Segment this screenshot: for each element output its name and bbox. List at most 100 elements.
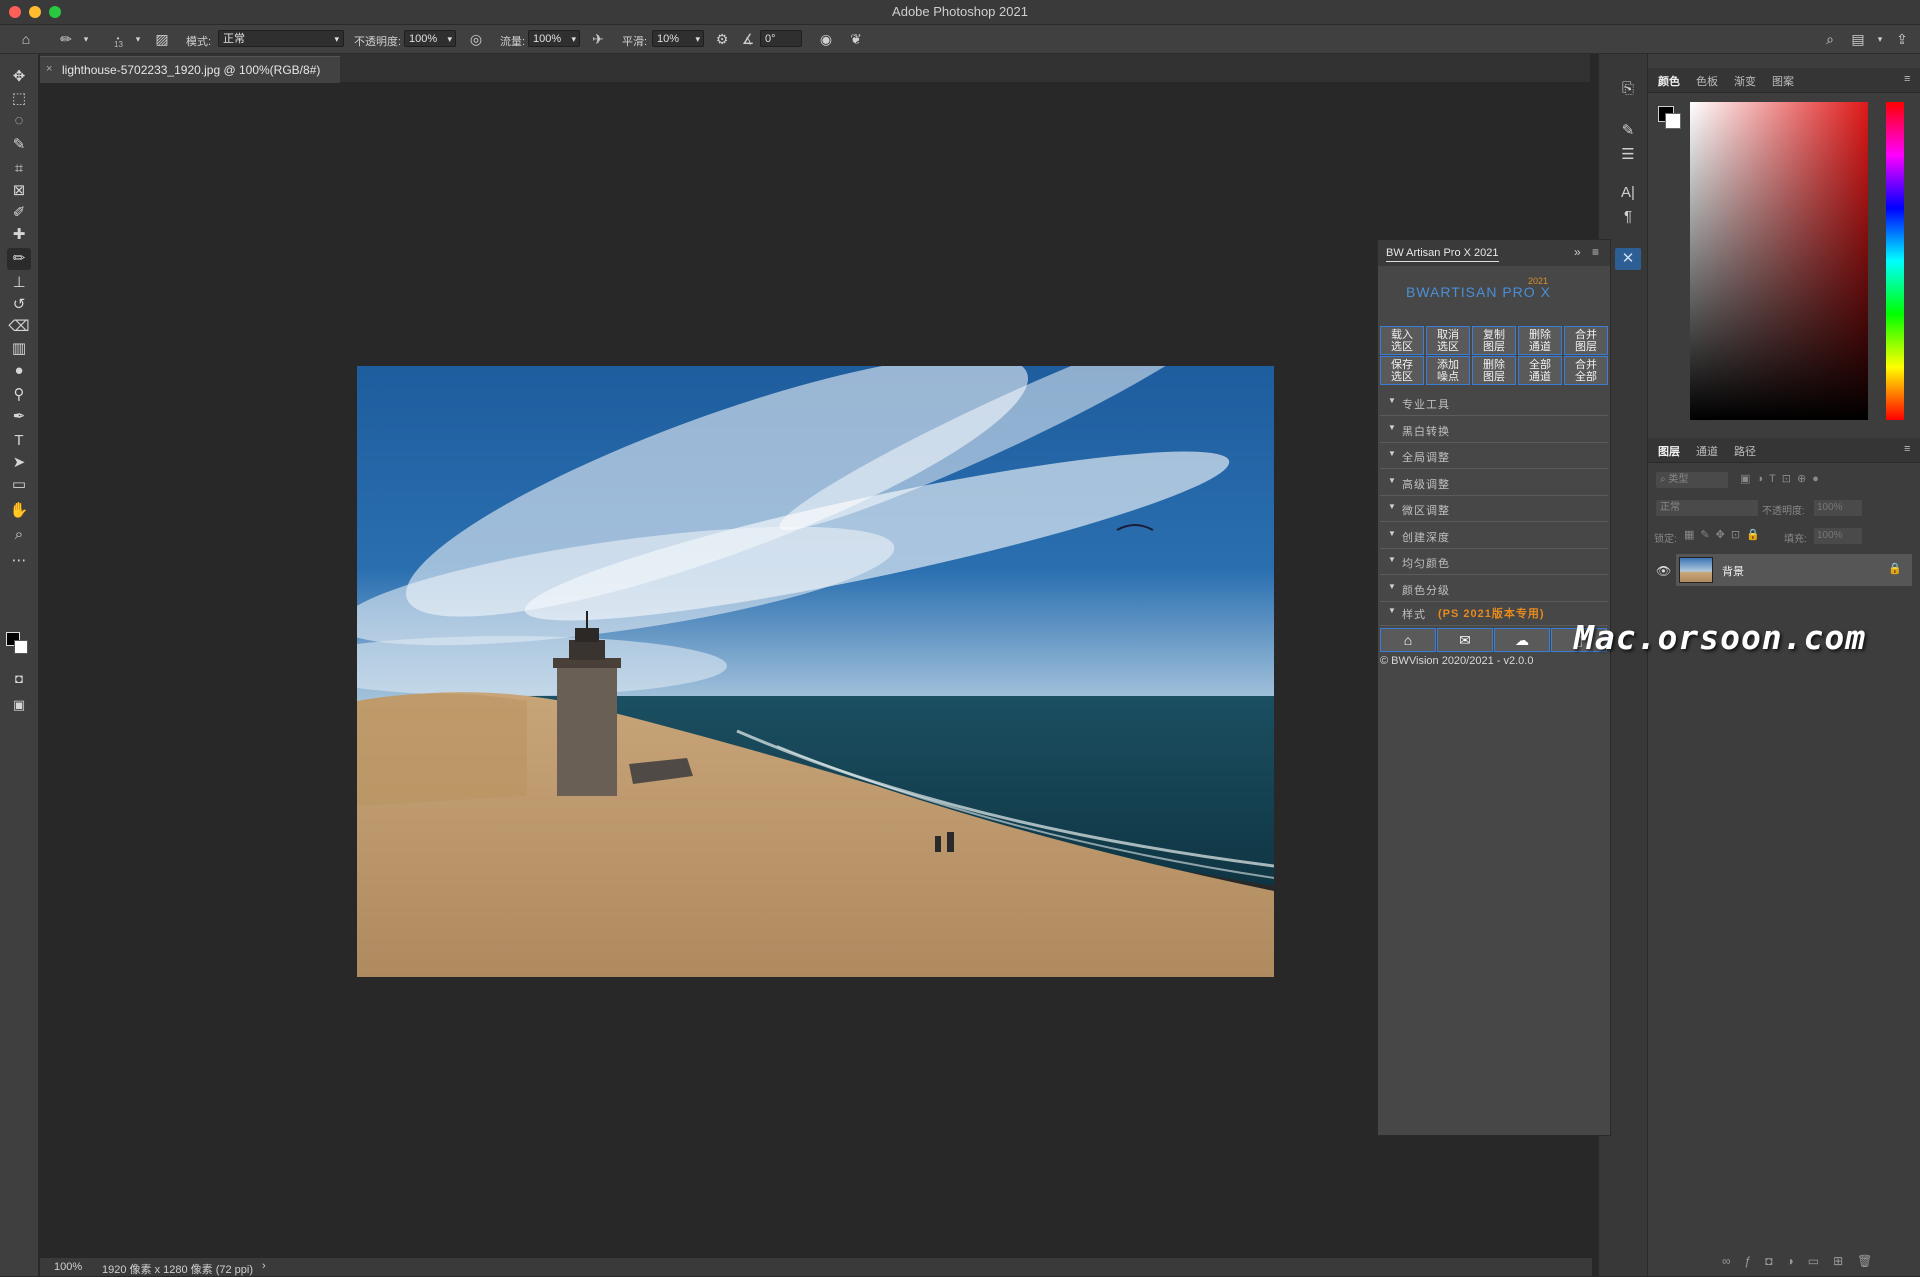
bw-action-button[interactable]: 取消 选区	[1426, 326, 1470, 355]
home-icon[interactable]: ⌂	[16, 29, 36, 49]
bw-section-item[interactable]: ▼ 微区调整	[1380, 496, 1608, 522]
search-icon[interactable]: ⌕	[1820, 29, 1840, 49]
crop-tool-icon[interactable]: ⌗	[7, 158, 31, 180]
healing-tool-icon[interactable]: ✚	[7, 224, 31, 246]
bw-action-button[interactable]: 添加 噪点	[1426, 356, 1470, 385]
bw-action-button[interactable]: 删除 通道	[1518, 326, 1562, 355]
lock-icons[interactable]: ▦✎✥⊡🔒	[1684, 528, 1766, 541]
gear-icon[interactable]: ⚙	[712, 29, 732, 49]
bw-action-button[interactable]: 合并 图层	[1564, 326, 1608, 355]
bw-section-item[interactable]: ▼ 专业工具	[1380, 390, 1608, 416]
panel-menu-icon[interactable]: ≡	[1904, 443, 1910, 455]
bw-panel-title[interactable]: BW Artisan Pro X 2021	[1386, 247, 1499, 262]
hand-tool-icon[interactable]: ✋	[7, 500, 31, 522]
bw-action-button[interactable]: 复制 图层	[1472, 326, 1516, 355]
mail-icon[interactable]: ✉	[1437, 628, 1493, 652]
blur-tool-icon[interactable]: ●	[7, 360, 31, 382]
hue-slider[interactable]	[1886, 102, 1904, 420]
brush-preset-icon[interactable]: ✏	[56, 29, 76, 49]
quick-mask-icon[interactable]: ◘	[7, 668, 31, 690]
visibility-eye-icon[interactable]: 👁	[1656, 564, 1671, 578]
adjustments-icon[interactable]: ☰	[1615, 144, 1641, 166]
dodge-tool-icon[interactable]: ⚲	[7, 384, 31, 406]
zoom-tool-icon[interactable]: ⌕	[7, 524, 31, 546]
quick-select-tool-icon[interactable]: ✎	[7, 134, 31, 156]
airbrush-icon[interactable]: ✈	[588, 29, 608, 49]
bw-action-button[interactable]: 全部 通道	[1518, 356, 1562, 385]
background-color-swatch[interactable]	[14, 640, 28, 654]
more-tools-icon[interactable]: ⋯	[7, 550, 31, 572]
eraser-tool-icon[interactable]: ⌫	[7, 316, 31, 338]
blend-mode-select[interactable]: 正常	[1656, 500, 1758, 516]
type-tool-icon[interactable]: T	[7, 430, 31, 452]
layer-filter-icons[interactable]: ▣◑T⊡⊕●	[1740, 472, 1825, 485]
flow-input[interactable]: 100% ▾	[528, 30, 580, 47]
panel-menu-icon[interactable]: ≡	[1904, 73, 1910, 85]
color-picker-field[interactable]	[1690, 102, 1868, 420]
screen-mode-icon[interactable]: ▣	[7, 694, 31, 716]
layer-row-body[interactable]: 背景 🔒	[1676, 554, 1912, 586]
frame-tool-icon[interactable]: ⊠	[7, 180, 31, 202]
opacity-input[interactable]: 100% ▾	[404, 30, 456, 47]
path-select-tool-icon[interactable]: ➤	[7, 452, 31, 474]
tab-gradients[interactable]: 渐变	[1734, 73, 1756, 89]
document-tab[interactable]: × lighthouse-5702233_1920.jpg @ 100%(RGB…	[40, 56, 340, 83]
cloud-download-icon[interactable]: ☁	[1494, 628, 1550, 652]
chevron-down-icon[interactable]: ▾	[1870, 29, 1890, 49]
zoom-level[interactable]: 100%	[54, 1261, 82, 1273]
smooth-input[interactable]: 10% ▾	[652, 30, 704, 47]
bw-section-item[interactable]: ▼ 全局调整	[1380, 443, 1608, 469]
share-icon[interactable]: ⇪	[1892, 29, 1912, 49]
pressure-opacity-icon[interactable]: ◎	[466, 29, 486, 49]
tab-layers[interactable]: 图层	[1658, 443, 1680, 459]
bw-action-button[interactable]: 保存 选区	[1380, 356, 1424, 385]
background-color-chip[interactable]	[1665, 113, 1681, 129]
chevron-down-icon[interactable]: ▾	[128, 29, 148, 49]
tab-swatches[interactable]: 色板	[1696, 73, 1718, 89]
mode-select[interactable]: 正常 ▾	[218, 30, 344, 47]
tab-channels[interactable]: 通道	[1696, 443, 1718, 459]
pressure-size-icon[interactable]: ◉	[816, 29, 836, 49]
angle-input[interactable]: 0°	[760, 30, 802, 47]
move-tool-icon[interactable]: ✥	[7, 66, 31, 88]
history-icon[interactable]: ⎘	[1615, 78, 1641, 100]
bw-section-item[interactable]: ▼ 黑白转换	[1380, 417, 1608, 443]
tab-patterns[interactable]: 图案	[1772, 73, 1794, 89]
brush-settings-panel-icon[interactable]: ✎	[1615, 120, 1641, 142]
bw-section-item[interactable]: ▼ 颜色分级	[1380, 576, 1608, 602]
workspace-icon[interactable]: ▤	[1848, 29, 1868, 49]
marquee-tool-icon[interactable]: ⬚	[7, 88, 31, 110]
layer-filter-select[interactable]: ⌕ 类型	[1656, 472, 1728, 488]
layer-row[interactable]: 👁 背景 🔒	[1648, 554, 1920, 588]
tab-color[interactable]: 颜色	[1658, 73, 1680, 89]
history-brush-tool-icon[interactable]: ↺	[7, 294, 31, 316]
panel-menu-icon[interactable]: ≡	[1592, 245, 1599, 259]
bw-action-button[interactable]: 删除 图层	[1472, 356, 1516, 385]
stamp-tool-icon[interactable]: ⊥	[7, 272, 31, 294]
lasso-tool-icon[interactable]: ◌	[7, 110, 31, 132]
bw-artisan-plugin-icon[interactable]: ✕	[1615, 248, 1641, 270]
eyedropper-tool-icon[interactable]: ✐	[7, 202, 31, 224]
collapse-panel-icon[interactable]: »	[1574, 245, 1581, 259]
brush-tool-icon[interactable]: ✏	[7, 248, 31, 270]
bw-action-button[interactable]: 载入 选区	[1380, 326, 1424, 355]
layers-footer-icons[interactable]: ∞ƒ◘◑▭⊞🗑	[1722, 1254, 1886, 1268]
bw-section-item[interactable]: ▼ 高级调整	[1380, 470, 1608, 496]
bw-section-item[interactable]: ▼ 均匀颜色	[1380, 549, 1608, 575]
brush-settings-icon[interactable]: ▨	[152, 29, 172, 49]
close-tab-icon[interactable]: ×	[46, 63, 52, 75]
status-menu-arrow[interactable]: ›	[262, 1260, 266, 1272]
bw-action-button[interactable]: 合并 全部	[1564, 356, 1608, 385]
tab-paths[interactable]: 路径	[1734, 443, 1756, 459]
chevron-down-icon[interactable]: ▾	[76, 29, 96, 49]
symmetry-icon[interactable]: ❦	[846, 29, 866, 49]
layer-opacity-input[interactable]: 100%	[1814, 500, 1862, 516]
document-image[interactable]	[357, 366, 1274, 977]
home-icon[interactable]: ⌂	[1380, 628, 1436, 652]
rectangle-tool-icon[interactable]: ▭	[7, 474, 31, 496]
bw-section-item[interactable]: ▼ 创建深度	[1380, 523, 1608, 549]
paragraph-icon[interactable]: ¶	[1615, 206, 1641, 228]
character-icon[interactable]: A|	[1615, 182, 1641, 204]
fill-input[interactable]: 100%	[1814, 528, 1862, 544]
pen-tool-icon[interactable]: ✒	[7, 406, 31, 428]
